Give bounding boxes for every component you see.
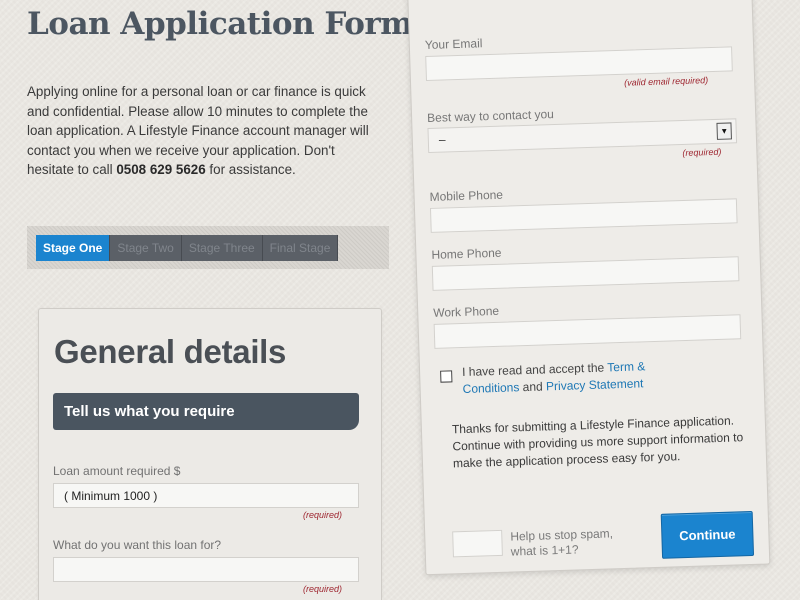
- mobile-phone-label: Mobile Phone: [429, 187, 504, 204]
- work-phone-input[interactable]: [433, 314, 742, 349]
- work-phone-label: Work Phone: [433, 303, 500, 320]
- terms-text-before: I have read and accept the: [461, 360, 608, 380]
- stage-strip: Stage One Stage Two Stage Three Final St…: [27, 226, 389, 269]
- page-title: Loan Application Form: [27, 6, 413, 42]
- email-required: (valid email required): [623, 75, 709, 88]
- contact-method-required: (required): [682, 146, 722, 158]
- terms-text-mid: and: [519, 379, 547, 395]
- loan-amount-input[interactable]: [53, 483, 359, 508]
- terms-checkbox[interactable]: [440, 370, 453, 383]
- dropdown-arrow-icon[interactable]: ▼: [716, 122, 732, 140]
- contact-method-selected: –: [438, 132, 446, 147]
- intro-text-after: for assistance.: [205, 162, 296, 177]
- intro-text: Applying online for a personal loan or c…: [27, 82, 382, 180]
- contact-details-card: Your Email (valid email required) Best w…: [406, 0, 771, 576]
- thanks-message: Thanks for submitting a Lifestyle Financ…: [451, 413, 744, 471]
- loan-purpose-label: What do you want this loan for?: [53, 538, 222, 552]
- loan-amount-label: Loan amount required $: [53, 464, 181, 478]
- phone-number: 0508 629 5626: [116, 162, 206, 177]
- mobile-phone-input[interactable]: [429, 198, 738, 233]
- general-details-card: General details Tell us what you require…: [38, 308, 382, 600]
- privacy-link[interactable]: Privacy Statement: [546, 376, 644, 393]
- terms-text: I have read and accept the Term & Condit…: [462, 356, 703, 398]
- loan-purpose-required: (required): [303, 584, 343, 594]
- loan-amount-required: (required): [303, 510, 343, 520]
- home-phone-input[interactable]: [431, 256, 740, 291]
- tab-stage-three[interactable]: Stage Three: [181, 235, 263, 261]
- general-details-heading: General details: [54, 333, 287, 370]
- tab-stage-two[interactable]: Stage Two: [110, 235, 182, 261]
- loan-purpose-input[interactable]: [53, 557, 359, 582]
- require-banner: Tell us what you require: [53, 393, 359, 430]
- tab-final-stage[interactable]: Final Stage: [262, 235, 339, 261]
- continue-button[interactable]: Continue: [660, 510, 755, 559]
- spam-question-label: Help us stop spam, what is 1+1?: [510, 526, 614, 559]
- home-phone-label: Home Phone: [431, 245, 502, 262]
- tab-stage-one[interactable]: Stage One: [36, 235, 111, 261]
- contact-method-label: Best way to contact you: [426, 107, 555, 125]
- spam-answer-input[interactable]: [452, 529, 503, 558]
- stage-tabs: Stage One Stage Two Stage Three Final St…: [36, 235, 339, 261]
- email-label: Your Email: [424, 36, 483, 53]
